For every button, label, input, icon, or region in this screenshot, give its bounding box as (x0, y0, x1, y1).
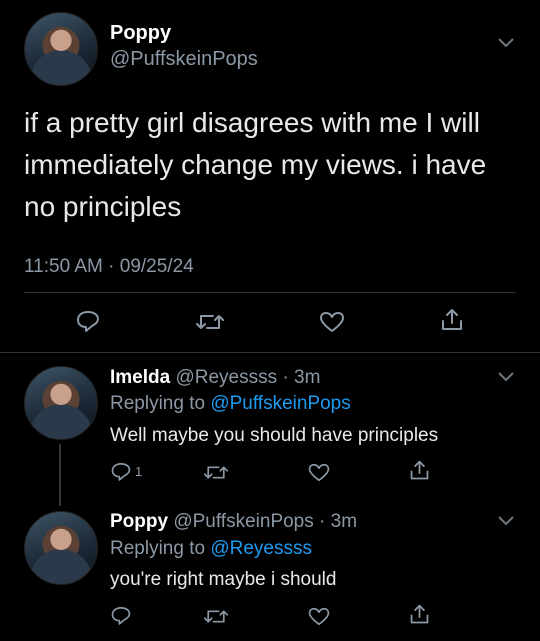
retweet-icon[interactable] (195, 311, 225, 333)
tweet-text-line: immediately change my views. i have (24, 149, 487, 180)
reply-header: Imelda @Reyessss · 3m (110, 367, 320, 389)
reply-text: Well maybe you should have principles (110, 425, 439, 446)
replying-to-label: Replying to (110, 538, 206, 559)
reply-text: you're right maybe i should (110, 569, 337, 590)
chevron-down-icon[interactable] (496, 36, 516, 55)
reply-time: · 3m (319, 511, 358, 532)
thread-line (59, 444, 61, 506)
tweet-text: if a pretty girl disagrees with me I wil… (24, 102, 486, 228)
reply-header: Poppy @PuffskeinPops · 3m (110, 511, 357, 533)
like-icon[interactable] (307, 606, 331, 627)
author-name[interactable]: Poppy (110, 22, 171, 45)
divider (0, 352, 540, 353)
reply-button[interactable]: 1 (110, 461, 142, 482)
like-icon[interactable] (318, 310, 346, 334)
reply-icon[interactable] (110, 605, 132, 626)
author-handle[interactable]: @PuffskeinPops (110, 48, 258, 71)
divider (24, 292, 516, 293)
like-icon[interactable] (307, 462, 331, 483)
tweet-text-line: no principles (24, 191, 182, 222)
avatar[interactable] (24, 511, 98, 585)
replying-to: Replying to @Reyessss (110, 538, 312, 560)
avatar[interactable] (24, 366, 98, 440)
reply-count: 1 (135, 464, 143, 479)
replying-to: Replying to @PuffskeinPops (110, 393, 351, 415)
chevron-down-icon[interactable] (496, 514, 516, 533)
share-icon[interactable] (408, 603, 431, 626)
replying-to-link[interactable]: @PuffskeinPops (210, 393, 350, 414)
author-name[interactable]: Poppy (110, 511, 168, 532)
reply-time: · 3m (282, 367, 321, 388)
replying-to-link[interactable]: @Reyessss (210, 538, 312, 559)
retweet-icon[interactable] (203, 607, 229, 626)
retweet-icon[interactable] (203, 463, 229, 482)
avatar[interactable] (24, 12, 98, 86)
share-icon[interactable] (408, 459, 431, 482)
author-name[interactable]: Imelda (110, 367, 170, 388)
reply-icon[interactable] (110, 461, 132, 482)
tweet-text-line: if a pretty girl disagrees with me I wil… (24, 107, 480, 138)
timestamp[interactable]: 11:50 AM · 09/25/24 (24, 256, 194, 278)
author-handle[interactable]: @PuffskeinPops (173, 511, 313, 532)
share-icon[interactable] (439, 307, 465, 333)
reply-icon[interactable] (75, 309, 101, 333)
replying-to-label: Replying to (110, 393, 206, 414)
chevron-down-icon[interactable] (496, 370, 516, 389)
author-handle[interactable]: @Reyessss (175, 367, 277, 388)
